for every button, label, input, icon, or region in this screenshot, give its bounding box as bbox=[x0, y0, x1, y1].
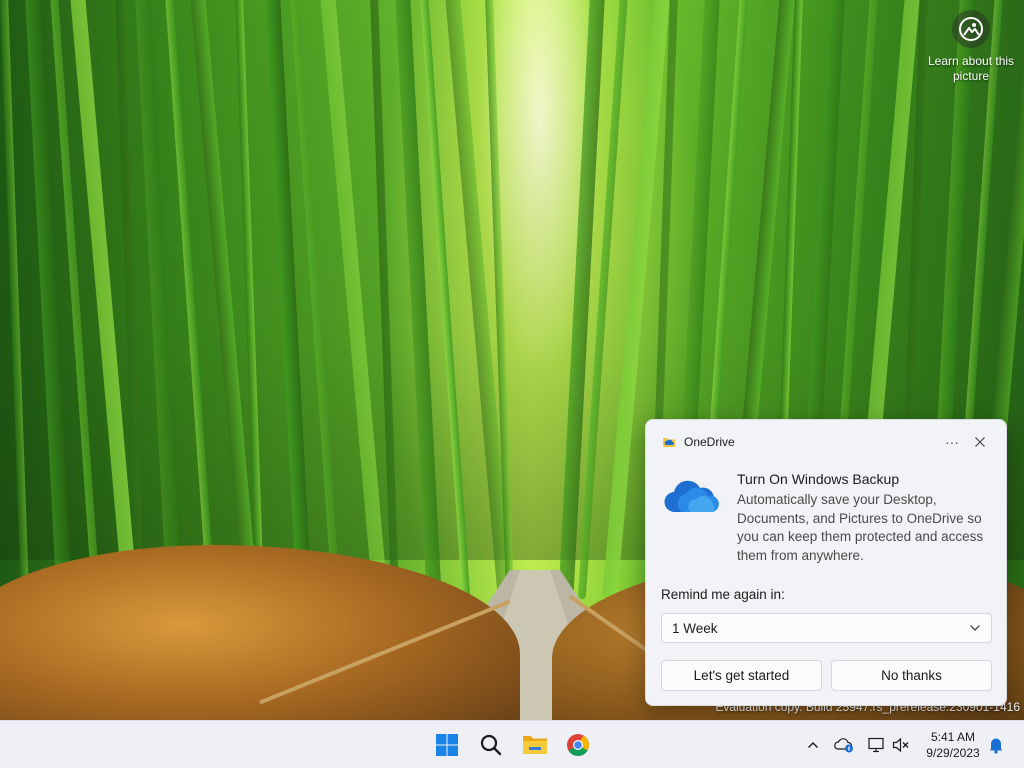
clock-date: 9/29/2023 bbox=[926, 746, 980, 760]
onedrive-tray-button[interactable] bbox=[834, 735, 854, 755]
start-button[interactable] bbox=[431, 729, 463, 761]
search-icon bbox=[480, 734, 502, 756]
onedrive-cloud-icon bbox=[834, 738, 853, 753]
file-explorer-button[interactable] bbox=[519, 729, 551, 761]
notification-body: Automatically save your Desktop, Documen… bbox=[737, 492, 984, 563]
no-thanks-button[interactable]: No thanks bbox=[831, 660, 992, 691]
close-icon bbox=[975, 437, 985, 447]
learn-about-picture[interactable]: Learn about this picture bbox=[926, 10, 1016, 84]
lets-get-started-button[interactable]: Let's get started bbox=[661, 660, 822, 691]
network-tray-button[interactable] bbox=[866, 735, 886, 755]
remind-label: Remind me again in: bbox=[661, 587, 785, 602]
notification-center-button[interactable] bbox=[986, 735, 1006, 755]
taskbar: 5:41 AM 9/29/2023 bbox=[0, 720, 1024, 768]
remind-interval-value: 1 Week bbox=[672, 620, 718, 636]
windows-logo-icon bbox=[436, 734, 458, 756]
chevron-up-icon bbox=[808, 742, 818, 748]
bell-icon bbox=[989, 738, 1003, 754]
chevron-down-icon bbox=[970, 625, 980, 631]
camera-pin-icon[interactable] bbox=[952, 10, 990, 48]
chrome-button[interactable] bbox=[562, 729, 594, 761]
chrome-icon bbox=[567, 734, 589, 756]
taskbar-clock[interactable]: 5:41 AM 9/29/2023 bbox=[920, 729, 986, 761]
volume-tray-button[interactable] bbox=[891, 735, 911, 755]
folder-icon bbox=[523, 736, 547, 754]
close-button[interactable] bbox=[966, 432, 994, 452]
more-options-button[interactable]: ··· bbox=[938, 432, 966, 452]
onedrive-notification: OneDrive ··· Turn On Windows Backup Auto… bbox=[645, 419, 1007, 706]
learn-about-picture-label: Learn about this picture bbox=[927, 54, 1015, 83]
notification-app-name: OneDrive bbox=[684, 435, 735, 449]
search-button[interactable] bbox=[475, 729, 507, 761]
show-hidden-icons-button[interactable] bbox=[803, 735, 823, 755]
notification-header: OneDrive ··· bbox=[662, 433, 994, 451]
network-icon bbox=[868, 737, 884, 753]
volume-muted-icon bbox=[892, 737, 909, 753]
clock-time: 5:41 AM bbox=[930, 730, 976, 744]
onedrive-folder-icon bbox=[663, 438, 675, 447]
onedrive-cloud-icon bbox=[664, 480, 719, 513]
remind-interval-select[interactable]: 1 Week bbox=[661, 613, 992, 643]
notification-title: Turn On Windows Backup bbox=[737, 471, 900, 487]
